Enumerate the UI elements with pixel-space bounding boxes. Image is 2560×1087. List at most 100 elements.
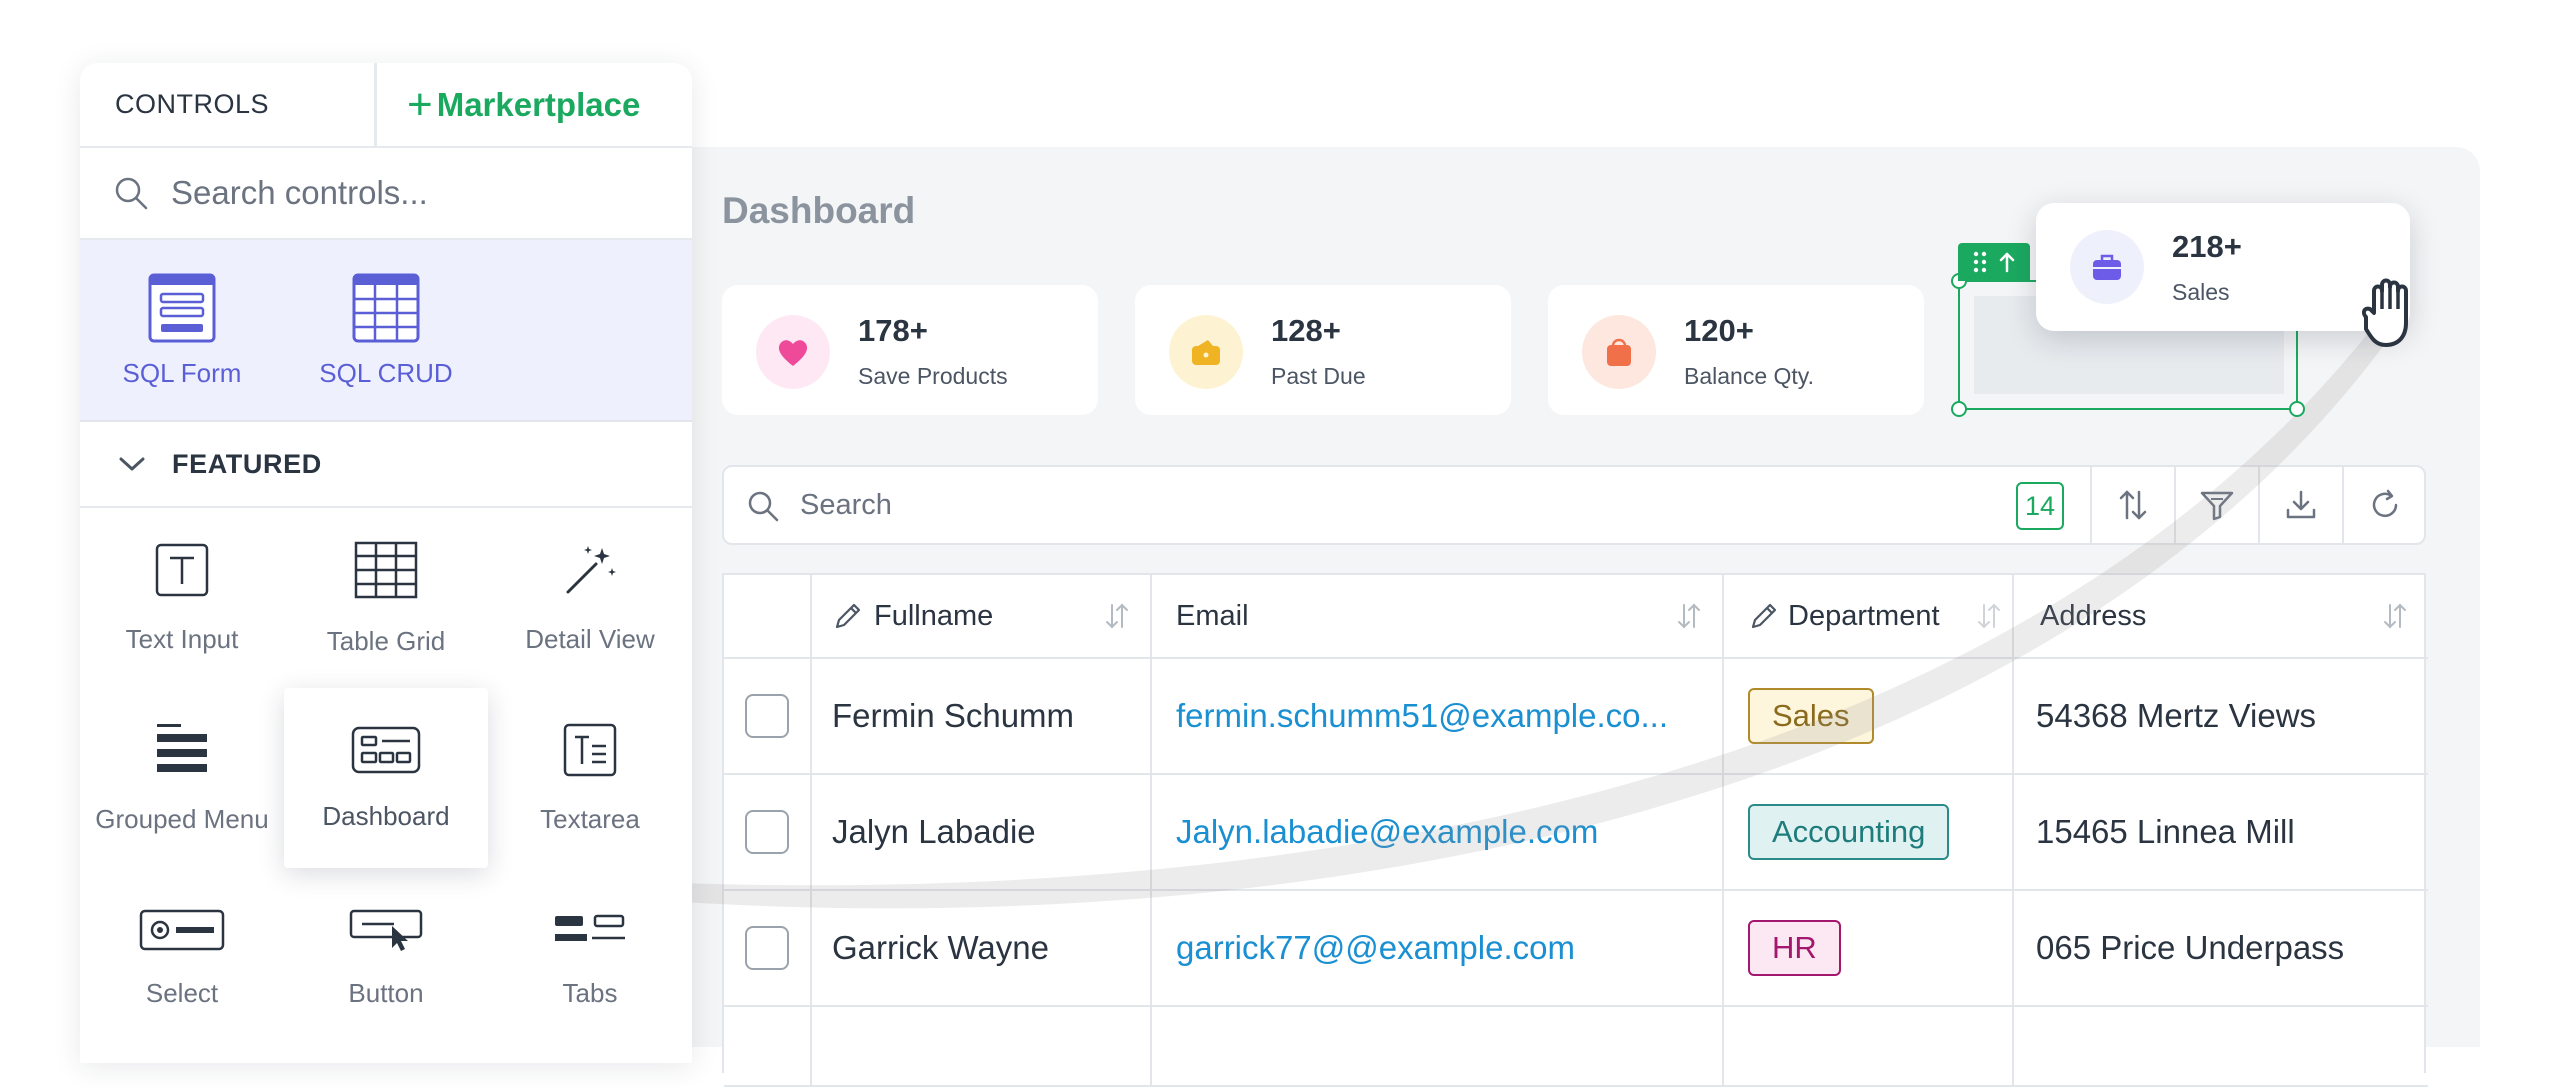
sort-arrows-icon [1106,603,1128,629]
search-controls-placeholder: Search controls... [171,174,428,211]
sort-arrows-icon [1678,603,1700,629]
table-grid-icon [354,541,418,598]
tab-marketplace[interactable]: + Markertplace [377,63,692,146]
table-search-input[interactable]: Search [800,489,892,522]
briefcase-icon [2070,230,2144,304]
featured-label: FEATURED [172,448,322,479]
select-control[interactable]: Select [80,868,284,1048]
department-badge: Sales [1748,688,1874,744]
column-header-address[interactable]: Address [2014,575,2428,659]
stat-label: Sales [2172,279,2230,305]
resize-handle[interactable] [2289,401,2305,417]
dashboard-label: Dashboard [322,800,450,831]
cell-address: 54368 Mertz Views [2014,659,2428,775]
sort-button[interactable] [2090,467,2174,543]
stat-card-past-due[interactable]: 128+ Past Due [1135,285,1511,415]
controls-panel: CONTROLS + Markertplace Search controls.… [80,63,692,1063]
sql-crud-icon [352,273,420,342]
page-title: Dashboard [722,190,916,231]
tabs-icon [555,914,625,941]
sql-form-control[interactable]: SQL Form [80,240,284,420]
stat-value: 218+ [2172,229,2242,264]
refresh-button[interactable] [2342,467,2426,543]
cell-email-link[interactable]: Jalyn.labadie@example.com [1152,775,1724,891]
stat-card-save-products[interactable]: 178+ Save Products [722,285,1098,415]
cell-address: 065 Price Underpass [2014,891,2428,1007]
chevron-down-icon [119,457,145,471]
drag-dots-icon [1973,251,1987,273]
column-header-email[interactable]: Email [1152,575,1724,659]
column-header-fullname[interactable]: Fullname [812,575,1152,659]
grouped-menu-icon [157,723,207,772]
sort-icon [2119,490,2147,520]
cell-fullname: Garrick Wayne [812,891,1152,1007]
sort-arrows-icon [1978,603,2000,629]
stat-label: Save Products [858,363,1008,389]
filter-button[interactable] [2174,467,2258,543]
bag-icon [1582,315,1656,389]
cell-email-link[interactable]: fermin.schumm51@example.co... [1152,659,1724,775]
column-label: Fullname [874,599,994,632]
download-button[interactable] [2258,467,2342,543]
cell-fullname: Fermin Schumm [812,659,1152,775]
row-checkbox[interactable] [745,694,789,738]
column-header-department[interactable]: Department [1724,575,2014,659]
stat-value: 120+ [1684,313,1754,348]
cell-email-link [1152,1007,1724,1087]
sql-form-icon [148,273,216,342]
drag-handle-tag[interactable] [1958,243,2030,281]
table-grid-control[interactable]: Table Grid [284,508,488,688]
pencil-icon [835,603,861,629]
data-table: Fullname Email Department Address Fermin… [722,573,2428,1087]
search-controls-input[interactable]: Search controls... [80,148,692,240]
department-badge: Accounting [1748,804,1950,860]
tab-controls-label: CONTROLS [115,89,270,119]
download-icon [2286,490,2316,519]
wallet-icon [1169,315,1243,389]
button-label: Button [348,977,424,1008]
row-checkbox[interactable] [745,810,789,854]
textarea-icon [563,723,617,776]
refresh-icon [2372,489,2398,518]
detail-view-label: Detail View [525,623,655,654]
filter-icon [2200,491,2234,521]
table-row-checkbox-cell [724,891,812,1007]
cell-fullname [812,1007,1152,1087]
detail-view-control[interactable]: Detail View [488,508,692,688]
dashboard-icon [351,726,421,773]
grouped-menu-label: Grouped Menu [95,803,269,834]
textarea-label: Textarea [540,803,640,834]
stat-label: Past Due [1271,363,1366,389]
cell-department: Accounting [1724,775,2014,891]
grouped-menu-control[interactable]: Grouped Menu [80,688,284,868]
table-row-checkbox-cell [724,775,812,891]
record-count-badge: 14 [2016,482,2064,530]
column-label: Address [2040,599,2147,632]
cell-email-link[interactable]: garrick77@@example.com [1152,891,1724,1007]
grab-cursor-icon [2361,278,2408,347]
button-control[interactable]: Button [284,868,488,1048]
stat-card-balance-qty[interactable]: 120+ Balance Qty. [1548,285,1924,415]
tab-controls[interactable]: CONTROLS [80,63,377,146]
stat-value: 178+ [858,313,928,348]
stat-label: Balance Qty. [1684,363,1814,389]
featured-section-toggle[interactable]: FEATURED [80,422,692,508]
text-input-control[interactable]: Text Input [80,508,284,688]
dashboard-control[interactable]: Dashboard [284,688,488,868]
tabs-control[interactable]: Tabs [488,868,692,1048]
textarea-control[interactable]: Textarea [488,688,692,868]
search-icon [748,491,779,522]
panel-tabs: CONTROLS + Markertplace [80,63,692,148]
select-all-header [724,575,812,659]
row-checkbox[interactable] [745,926,789,970]
table-toolbar: Search 14 [722,465,2426,545]
column-label: Email [1176,599,1249,632]
sql-form-label: SQL Form [122,357,242,388]
resize-handle[interactable] [1951,401,1967,417]
table-row-checkbox-cell [724,1007,812,1087]
magic-wand-icon [566,545,616,593]
sql-crud-control[interactable]: SQL CRUD [284,240,488,420]
cell-address [2014,1007,2428,1087]
cell-address: 15465 Linnea Mill [2014,775,2428,891]
department-badge: HR [1748,920,1841,976]
